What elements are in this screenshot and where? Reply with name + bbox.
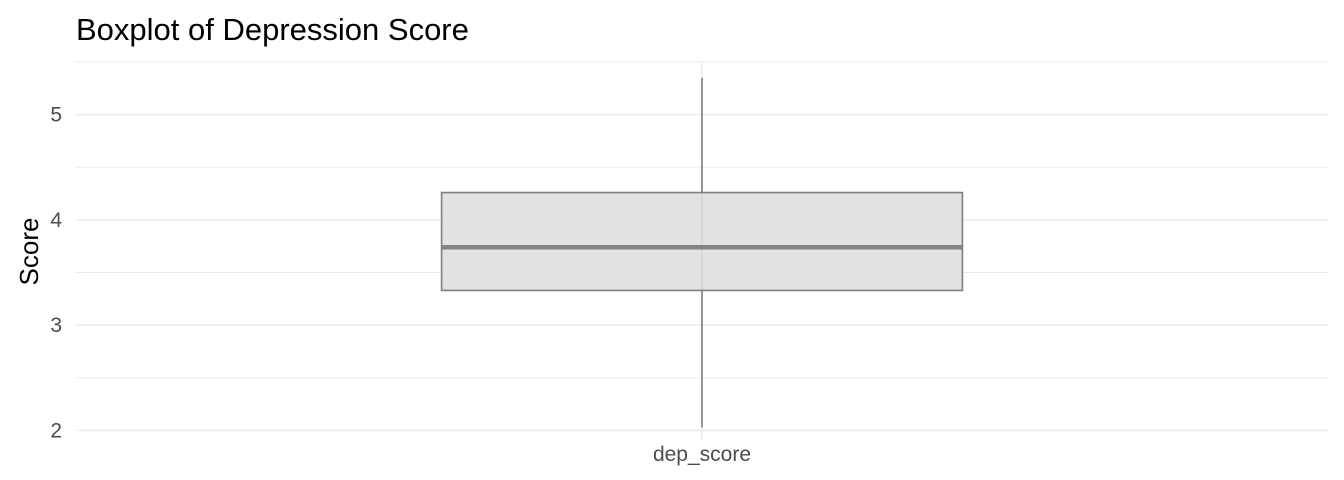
box-layer — [440, 77, 964, 428]
chart-title: Boxplot of Depression Score — [76, 12, 469, 47]
y-tick-label: 4 — [50, 209, 62, 232]
box-iqr — [440, 191, 964, 292]
y-axis-label: Score — [14, 218, 44, 286]
boxplot-chart: Boxplot of Depression Score Score 2 3 4 5 de… — [14, 12, 1328, 466]
y-tick-label: 2 — [50, 419, 62, 442]
y-tick-label: 5 — [50, 104, 62, 127]
y-tick-label: 3 — [50, 314, 62, 337]
x-tick-label: dep_score — [653, 443, 751, 466]
